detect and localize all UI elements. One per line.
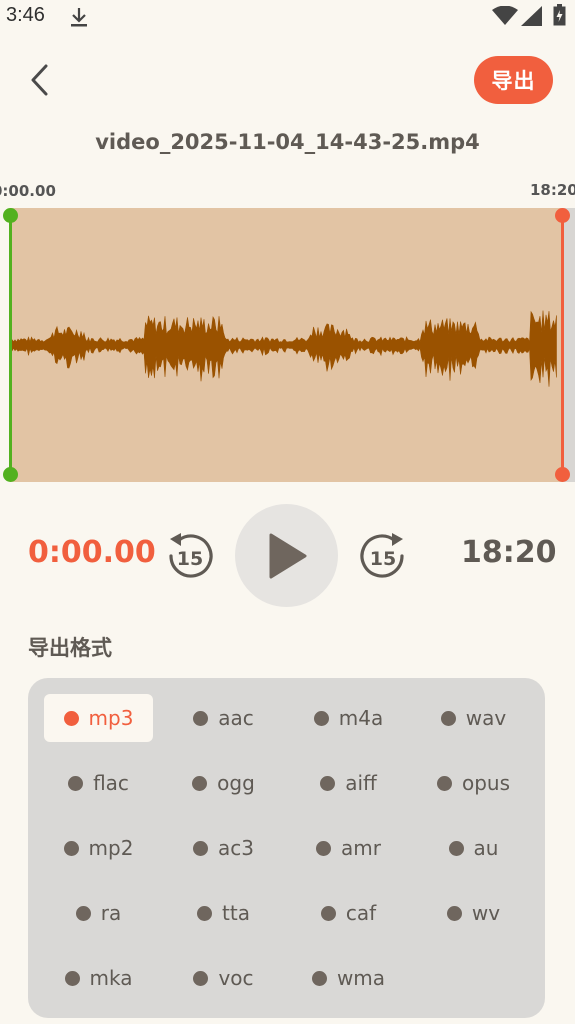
format-label: amr: [341, 836, 381, 860]
radio-dot-icon: [446, 905, 462, 921]
total-time: 18:20: [461, 535, 557, 570]
signal-icon: [521, 6, 542, 26]
radio-dot-icon: [436, 775, 452, 791]
radio-dot-icon: [193, 970, 209, 986]
format-option-mp3[interactable]: mp3: [44, 694, 153, 742]
format-option-wv[interactable]: wv: [419, 889, 528, 937]
radio-dot-icon: [316, 840, 332, 856]
format-option-wma[interactable]: wma: [294, 954, 403, 1002]
format-label: wav: [465, 706, 507, 730]
format-option-wav[interactable]: wav: [419, 694, 528, 742]
start-trim-handle[interactable]: [9, 214, 12, 476]
format-label: aiff: [345, 771, 377, 795]
export-button[interactable]: 导出: [474, 56, 553, 104]
current-time: 0:00.00: [28, 535, 156, 570]
forward-seconds: 15: [370, 548, 396, 570]
format-label: aac: [218, 706, 254, 730]
format-label: flac: [93, 771, 129, 795]
status-time: 3:46: [6, 4, 45, 26]
waveform-edge: [563, 208, 575, 482]
radio-dot-icon: [64, 970, 80, 986]
format-option-m4a[interactable]: m4a: [294, 694, 403, 742]
format-option-mka[interactable]: mka: [44, 954, 153, 1002]
radio-dot-icon: [68, 775, 84, 791]
rewind-15-button[interactable]: 15: [165, 530, 215, 582]
start-handle-top-knob[interactable]: [3, 208, 18, 223]
battery-icon: [553, 4, 566, 26]
waveform-area[interactable]: [10, 208, 563, 482]
format-label: opus: [461, 771, 511, 795]
format-panel: mp3 aac m4a wav flac ogg aiff opus mp2 ac3 amr au ra…: [28, 678, 545, 1018]
end-handle-top-knob[interactable]: [555, 208, 570, 223]
radio-dot-icon: [197, 905, 213, 921]
file-name: video_2025-11-04_14-43-25.mp4: [95, 130, 480, 154]
download-icon: [71, 8, 87, 27]
format-option-ac3[interactable]: ac3: [169, 824, 278, 872]
play-icon: [269, 533, 306, 578]
play-button[interactable]: [235, 504, 338, 607]
radio-dot-icon: [63, 710, 79, 726]
format-label: mp3: [88, 706, 134, 730]
radio-dot-icon: [192, 775, 208, 791]
format-label: caf: [345, 901, 377, 925]
format-label: voc: [218, 966, 254, 990]
waveform-start-time: 0:00.00: [0, 182, 56, 200]
format-option-ra[interactable]: ra: [44, 889, 153, 937]
format-label: ac3: [218, 836, 254, 860]
end-trim-handle[interactable]: [561, 214, 564, 476]
radio-dot-icon: [448, 840, 464, 856]
format-option-aiff[interactable]: aiff: [294, 759, 403, 807]
format-option-mp2[interactable]: mp2: [44, 824, 153, 872]
waveform-path: [11, 310, 557, 387]
radio-dot-icon: [63, 840, 79, 856]
radio-dot-icon: [311, 970, 327, 986]
radio-dot-icon: [313, 710, 329, 726]
format-label: wma: [336, 966, 386, 990]
export-format-title: 导出格式: [28, 636, 112, 660]
waveform-end-time: 18:20.: [530, 181, 575, 199]
format-label: wv: [471, 901, 501, 925]
rewind-15-icon: 15: [169, 533, 213, 578]
radio-dot-icon: [440, 710, 456, 726]
format-label: au: [473, 836, 499, 860]
chevron-left-icon: [31, 64, 48, 96]
start-handle-bottom-knob[interactable]: [3, 467, 18, 482]
format-grid: mp3 aac m4a wav flac ogg aiff opus mp2 ac3 amr au ra…: [44, 694, 544, 1002]
format-label: ogg: [217, 771, 255, 795]
format-label: mp2: [88, 836, 134, 860]
format-label: tta: [222, 901, 250, 925]
format-label: mka: [89, 966, 133, 990]
end-handle-bottom-knob[interactable]: [555, 467, 570, 482]
forward-15-button[interactable]: 15: [358, 530, 408, 582]
format-option-opus[interactable]: opus: [419, 759, 528, 807]
format-option-voc[interactable]: voc: [169, 954, 278, 1002]
format-option-aac[interactable]: aac: [169, 694, 278, 742]
format-option-au[interactable]: au: [419, 824, 528, 872]
back-button[interactable]: [22, 60, 56, 100]
format-option-amr[interactable]: amr: [294, 824, 403, 872]
radio-dot-icon: [193, 710, 209, 726]
forward-15-icon: 15: [360, 533, 404, 578]
format-label: ra: [100, 901, 122, 925]
radio-dot-icon: [193, 840, 208, 856]
radio-dot-icon: [320, 775, 336, 791]
format-option-tta[interactable]: tta: [169, 889, 278, 937]
radio-dot-icon: [75, 905, 91, 921]
format-label: m4a: [338, 706, 384, 730]
format-option-flac[interactable]: flac: [44, 759, 153, 807]
format-option-ogg[interactable]: ogg: [169, 759, 278, 807]
waveform-graph: [11, 310, 557, 387]
rewind-seconds: 15: [177, 548, 203, 570]
wifi-icon: [492, 6, 518, 25]
radio-dot-icon: [320, 905, 336, 921]
format-option-caf[interactable]: caf: [294, 889, 403, 937]
